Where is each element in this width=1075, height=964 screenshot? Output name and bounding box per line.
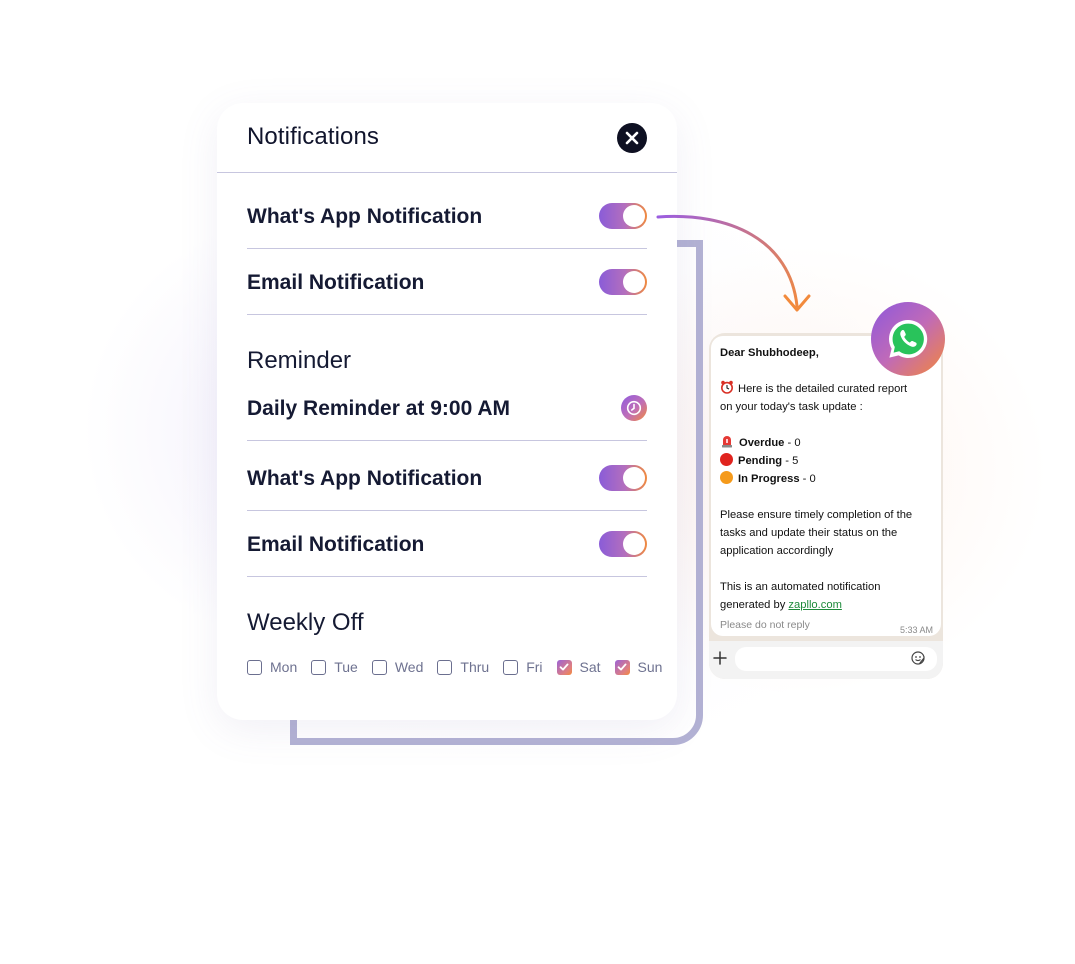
message-bubble: Dear Shubhodeep, Here is the detailed cu… [711,336,941,636]
message-input[interactable] [735,647,937,671]
overdue-label: Overdue [739,437,785,449]
attach-button[interactable] [712,650,728,668]
message-auto-line1: This is an automated notification [720,581,881,593]
message-intro-line1: Here is the detailed curated report [738,383,908,395]
chat-input-bar [709,641,943,679]
siren-icon [722,436,732,448]
inprogress-value: - 0 [802,473,816,485]
message-greeting: Dear Shubhodeep, [720,347,819,359]
whatsapp-icon [888,319,928,358]
message-body-line2: tasks and update their status on the [720,527,898,539]
message-auto-line2: generated by [720,599,786,611]
message-timestamp: 5:33 AM [899,625,933,635]
plus-icon [713,651,727,665]
message-intro-line2: on your today's task update : [720,401,863,413]
whatsapp-logo-badge [871,302,945,376]
message-body-line3: application accordingly [720,545,834,557]
overdue-value: - 0 [787,437,801,449]
orange-circle-icon [720,471,733,484]
alarm-clock-icon [721,380,733,394]
pending-label: Pending [738,455,783,467]
inprogress-label: In Progress [738,473,800,485]
message-footer: Please do not reply [720,619,810,631]
message-body-line1: Please ensure timely completion of the [720,509,913,521]
red-circle-icon [720,453,733,466]
whatsapp-chat-preview: Dear Shubhodeep, Here is the detailed cu… [709,333,943,679]
pending-value: - 5 [785,455,799,467]
sticker-button[interactable] [911,651,925,670]
zapllo-link[interactable]: zapllo.com [788,599,841,611]
sticker-icon [911,651,925,665]
